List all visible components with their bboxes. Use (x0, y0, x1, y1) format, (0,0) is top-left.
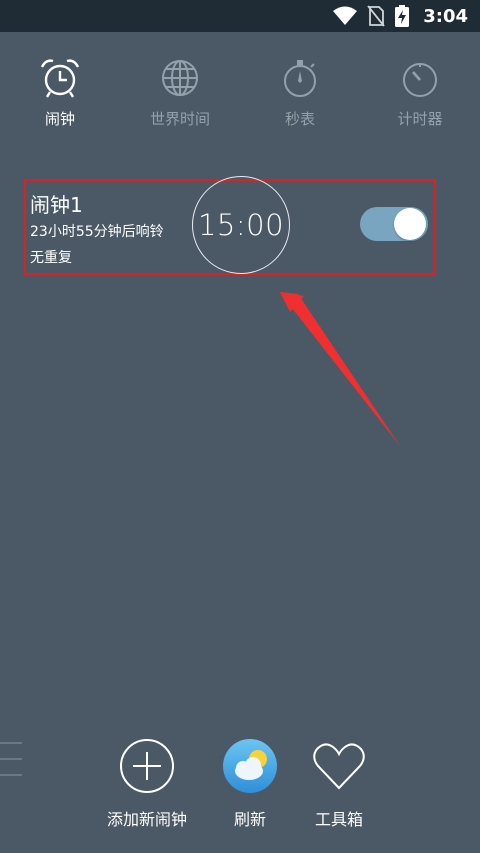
alarm-clock-icon (40, 59, 80, 98)
toolbox-label: 工具箱 (314, 810, 363, 829)
tab-bar: 闹钟 世界时间 秒表 计时器 (0, 50, 480, 140)
no-sim-icon (367, 5, 385, 27)
refresh-button[interactable]: 刷新 (222, 738, 278, 830)
heart-icon (313, 743, 365, 790)
add-alarm-button[interactable]: 添加新闹钟 (107, 738, 187, 830)
status-bar: 3:04 (0, 0, 480, 32)
alarm-toggle[interactable] (360, 207, 428, 241)
wifi-icon (333, 6, 358, 25)
side-drawer-handle[interactable] (0, 738, 26, 782)
tab-world-time[interactable]: 世界时间 (120, 50, 240, 140)
alarm-time: 15:00 (197, 208, 285, 242)
tab-stopwatch[interactable]: 秒表 (240, 50, 360, 140)
alarm-time-dial[interactable]: 15:00 (192, 176, 290, 274)
battery-charging-icon (395, 5, 410, 27)
alarm-repeat: 无重复 (30, 250, 72, 266)
status-time: 3:04 (423, 5, 468, 27)
alarm-item[interactable]: 闹钟1 23小时55分钟后响铃 无重复 15:00 (24, 176, 436, 275)
tab-timer[interactable]: 计时器 (360, 50, 480, 140)
plus-circle-icon (120, 739, 174, 793)
weather-cloud-icon (223, 739, 277, 793)
tab-stopwatch-label: 秒表 (284, 110, 315, 128)
tab-alarm[interactable]: 闹钟 (0, 50, 120, 140)
tab-alarm-label: 闹钟 (44, 110, 75, 128)
tab-world-time-label: 世界时间 (149, 110, 210, 128)
timer-icon (403, 63, 437, 97)
stopwatch-icon (284, 60, 316, 97)
globe-icon (162, 60, 198, 96)
add-alarm-label: 添加新闹钟 (107, 810, 188, 829)
toolbox-button[interactable]: 工具箱 (311, 738, 367, 830)
toggle-knob (394, 208, 426, 240)
tab-timer-label: 计时器 (397, 110, 443, 128)
refresh-label: 刷新 (233, 810, 266, 829)
alarm-name: 闹钟1 (30, 193, 83, 217)
alarm-time-until: 23小时55分钟后响铃 (30, 224, 164, 240)
